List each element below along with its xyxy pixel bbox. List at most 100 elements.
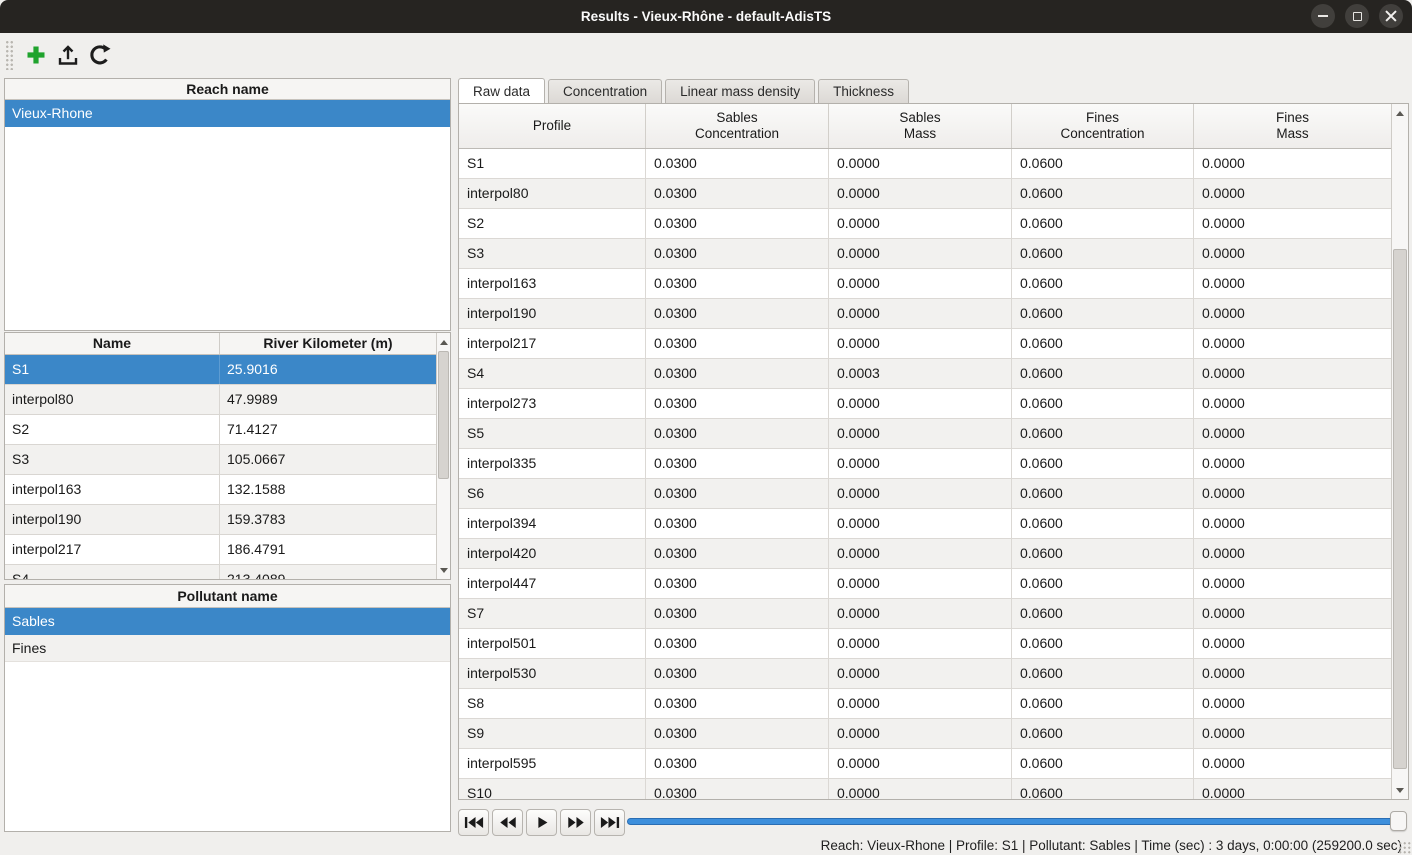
value-cell: 0.0600	[1012, 749, 1194, 778]
raw-data-table: ProfileSablesConcentrationSablesMassFine…	[458, 103, 1409, 800]
data-row-interpol420[interactable]: interpol4200.03000.00000.06000.0000	[459, 539, 1391, 569]
column-header-profile[interactable]: Profile	[459, 104, 646, 148]
value-cell: 0.0300	[646, 659, 829, 688]
value-cell: 0.0600	[1012, 779, 1194, 799]
data-row-s8[interactable]: S80.03000.00000.06000.0000	[459, 689, 1391, 719]
profile-cell: interpol530	[459, 659, 646, 688]
export-button[interactable]	[52, 38, 84, 72]
column-header-fines-concentration[interactable]: FinesConcentration	[1012, 104, 1194, 148]
statusbar: Reach: Vieux-Rhone | Profile: S1 | Pollu…	[0, 835, 1412, 855]
value-cell: 0.0000	[1194, 179, 1391, 208]
data-row-interpol501[interactable]: interpol5010.03000.00000.06000.0000	[459, 629, 1391, 659]
profile-row-s2[interactable]: S271.4127	[5, 415, 436, 445]
data-row-s9[interactable]: S90.03000.00000.06000.0000	[459, 719, 1391, 749]
titlebar: Results - Vieux-Rhône - default-AdisTS	[0, 0, 1412, 33]
value-cell: 0.0600	[1012, 419, 1194, 448]
column-header-sables-mass[interactable]: SablesMass	[829, 104, 1012, 148]
tab-concentration[interactable]: Concentration	[548, 79, 662, 103]
toolbar-grip-handle[interactable]	[5, 40, 14, 70]
data-row-interpol530[interactable]: interpol5300.03000.00000.06000.0000	[459, 659, 1391, 689]
data-table-scrollbar[interactable]	[1391, 104, 1408, 799]
step-back-button[interactable]	[492, 809, 523, 836]
step-forward-button[interactable]	[560, 809, 591, 836]
data-row-s2[interactable]: S20.03000.00000.06000.0000	[459, 209, 1391, 239]
value-cell: 0.0000	[1194, 749, 1391, 778]
data-row-interpol217[interactable]: interpol2170.03000.00000.06000.0000	[459, 329, 1391, 359]
data-table-scrollbar-thumb[interactable]	[1393, 249, 1407, 769]
add-button[interactable]	[20, 38, 52, 72]
scroll-up-icon[interactable]	[1392, 105, 1408, 121]
tab-linear-mass-density[interactable]: Linear mass density	[665, 79, 815, 103]
value-cell: 0.0600	[1012, 569, 1194, 598]
maximize-button[interactable]	[1345, 4, 1369, 28]
data-row-interpol394[interactable]: interpol3940.03000.00000.06000.0000	[459, 509, 1391, 539]
minimize-button[interactable]	[1311, 4, 1335, 28]
value-cell: 0.0000	[829, 689, 1012, 718]
profile-row-interpol217[interactable]: interpol217186.4791	[5, 535, 436, 565]
tab-raw-data[interactable]: Raw data	[458, 78, 545, 103]
column-header-fines-mass[interactable]: FinesMass	[1194, 104, 1391, 148]
data-row-s7[interactable]: S70.03000.00000.06000.0000	[459, 599, 1391, 629]
data-row-s3[interactable]: S30.03000.00000.06000.0000	[459, 239, 1391, 269]
skip-end-button[interactable]	[594, 809, 625, 836]
value-cell: 0.0000	[1194, 359, 1391, 388]
profiles-scrollbar[interactable]	[436, 333, 450, 579]
value-cell: 0.0000	[1194, 419, 1391, 448]
value-cell: 0.0600	[1012, 239, 1194, 268]
profile-row-s3[interactable]: S3105.0667	[5, 445, 436, 475]
profiles-column-river-kilometer[interactable]: River Kilometer (m)	[220, 333, 436, 354]
reach-item-vieux-rhone[interactable]: Vieux-Rhone	[5, 100, 450, 127]
profile-row-interpol80[interactable]: interpol8047.9989	[5, 385, 436, 415]
pollutant-item-fines[interactable]: Fines	[5, 635, 450, 662]
profile-row-interpol163[interactable]: interpol163132.1588	[5, 475, 436, 505]
data-row-s10[interactable]: S100.03000.00000.06000.0000	[459, 779, 1391, 799]
profile-row-s4[interactable]: S4213.4089	[5, 565, 436, 580]
data-row-interpol190[interactable]: interpol1900.03000.00000.06000.0000	[459, 299, 1391, 329]
value-cell: 0.0000	[1194, 509, 1391, 538]
refresh-button[interactable]	[84, 38, 116, 72]
data-row-interpol273[interactable]: interpol2730.03000.00000.06000.0000	[459, 389, 1391, 419]
reach-panel-header: Reach name	[5, 79, 450, 100]
column-header-sables-concentration[interactable]: SablesConcentration	[646, 104, 829, 148]
value-cell: 0.0600	[1012, 629, 1194, 658]
data-row-s6[interactable]: S60.03000.00000.06000.0000	[459, 479, 1391, 509]
skip-start-button[interactable]	[458, 809, 489, 836]
data-row-interpol163[interactable]: interpol1630.03000.00000.06000.0000	[459, 269, 1391, 299]
data-row-s4[interactable]: S40.03000.00030.06000.0000	[459, 359, 1391, 389]
timeline-handle[interactable]	[1390, 811, 1407, 831]
profile-row-interpol190[interactable]: interpol190159.3783	[5, 505, 436, 535]
scroll-down-icon[interactable]	[1392, 782, 1408, 798]
data-row-s1[interactable]: S10.03000.00000.06000.0000	[459, 149, 1391, 179]
resize-grip-handle[interactable]	[1398, 841, 1411, 854]
data-row-interpol595[interactable]: interpol5950.03000.00000.06000.0000	[459, 749, 1391, 779]
play-button[interactable]	[526, 809, 557, 836]
value-cell: 0.0000	[829, 179, 1012, 208]
scroll-down-icon[interactable]	[437, 562, 450, 578]
profile-cell: interpol420	[459, 539, 646, 568]
data-row-s5[interactable]: S50.03000.00000.06000.0000	[459, 419, 1391, 449]
river-kilometer-cell: 186.4791	[220, 535, 436, 564]
profile-name-cell: S2	[5, 415, 220, 444]
profile-cell: S7	[459, 599, 646, 628]
profile-row-s1[interactable]: S125.9016	[5, 355, 436, 385]
pollutant-item-sables[interactable]: Sables	[5, 608, 450, 635]
timeline-track[interactable]	[627, 818, 1405, 825]
window-controls	[1311, 4, 1403, 28]
value-cell: 0.0300	[646, 179, 829, 208]
close-button[interactable]	[1379, 4, 1403, 28]
scroll-up-icon[interactable]	[437, 334, 450, 350]
status-text: Reach: Vieux-Rhone | Profile: S1 | Pollu…	[821, 838, 1402, 853]
pollutant-list: SablesFines	[5, 608, 450, 662]
maximize-icon	[1353, 12, 1362, 21]
profiles-scrollbar-thumb[interactable]	[438, 351, 449, 479]
data-row-interpol335[interactable]: interpol3350.03000.00000.06000.0000	[459, 449, 1391, 479]
value-cell: 0.0600	[1012, 449, 1194, 478]
profile-name-cell: interpol217	[5, 535, 220, 564]
river-kilometer-cell: 105.0667	[220, 445, 436, 474]
timeline-slider[interactable]	[627, 810, 1405, 832]
tab-thickness[interactable]: Thickness	[818, 79, 909, 103]
data-row-interpol447[interactable]: interpol4470.03000.00000.06000.0000	[459, 569, 1391, 599]
profiles-column-name[interactable]: Name	[5, 333, 220, 354]
data-row-interpol80[interactable]: interpol800.03000.00000.06000.0000	[459, 179, 1391, 209]
value-cell: 0.0000	[829, 599, 1012, 628]
